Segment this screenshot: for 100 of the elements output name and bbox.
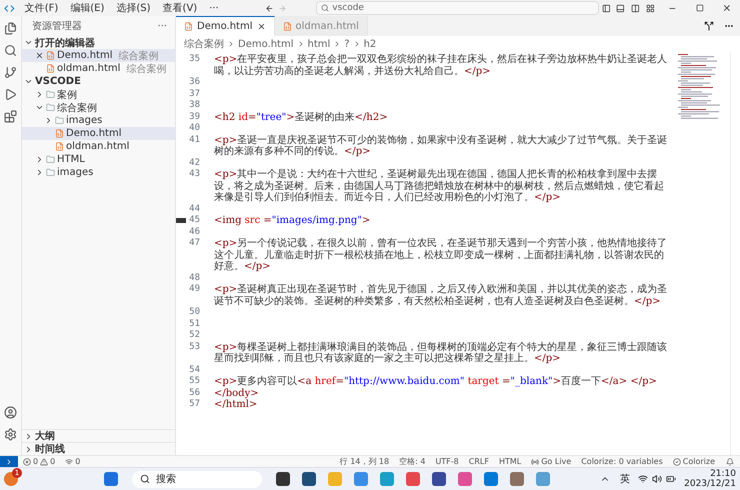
code-line: </html> [214,399,258,410]
check-circle-icon [672,458,681,466]
line-number: 46 [189,226,200,238]
volume-icon[interactable] [652,474,662,484]
search-field[interactable]: vscode [316,1,599,15]
wifi-icon[interactable] [638,474,648,484]
close-icon[interactable] [256,22,266,31]
folder-icon [46,155,55,164]
panel-toggle-icon[interactable] [616,4,626,12]
search-icon [321,4,330,12]
sidebar-toggle-icon[interactable] [602,4,610,12]
clock[interactable]: 21:10 2023/12/21 [684,469,736,489]
line-number: 44 [189,204,200,215]
status-item[interactable]: Colorize [668,457,720,466]
line-number: 53 [189,342,200,353]
file-item[interactable]: Demo.html [22,127,175,140]
section-header[interactable]: 大纲 [22,429,175,442]
menu-item[interactable]: 查看(V) [156,1,204,15]
account-icon[interactable] [4,406,17,419]
code-line: <p>在平安夜里，孩子总会把一双双色彩缤纷的袜子挂在床头，然后在袜子旁边放杯热牛奶让圣诞老人喝，以让劳苦功高的圣诞老人解渴，并送份大礼给自己。</p> [214,54,668,77]
layout-icon[interactable] [646,4,655,12]
line-number: 41 [189,134,200,146]
editor-tab[interactable]: Demo.html [176,16,274,36]
line-number: 56 [189,388,200,399]
file-icon [184,22,193,31]
line-number: 38 [189,100,200,112]
line-number: 42 [189,158,200,169]
status-item[interactable]: 行 14，列 18 [334,456,394,467]
folder-item[interactable]: images [22,166,175,179]
back-icon[interactable] [264,4,274,12]
file-icon [46,51,55,60]
breadcrumb-item[interactable]: ? [344,38,350,50]
menu-item[interactable]: 编辑(E) [64,1,110,15]
line-number: 57 [189,399,200,410]
file-icon [55,142,64,151]
notifications-icon[interactable] [726,458,734,466]
battery-icon[interactable] [666,474,676,484]
sidebar-title: 资源管理器 [32,20,82,33]
status-item[interactable]: UTF-8 [430,457,464,466]
open-editor-item[interactable]: oldman.html 综合案例 [22,62,175,75]
taskbar-search[interactable]: 搜索 [132,470,262,488]
line-number: 55 [189,376,200,388]
menu-item[interactable]: 选择(S) [110,1,157,15]
line-number: 54 [189,364,200,376]
settings-icon[interactable] [4,428,17,441]
chevron-icon [227,40,235,48]
line-number: 43 [189,169,200,180]
input-method[interactable]: 英 [620,472,630,486]
breadcrumb-item[interactable]: Demo.html [238,38,294,50]
ports-button[interactable]: 0 [60,457,86,466]
line-number: 50 [189,307,200,318]
folder-item[interactable]: images [22,114,175,127]
remote-button[interactable] [0,456,18,468]
file-icon [282,22,292,31]
app-icon[interactable] [276,472,290,486]
breadcrumb-item[interactable]: 综合案例 [184,37,224,51]
breadcrumb-item[interactable]: html [308,38,330,50]
status-item[interactable]: Go Live [526,457,576,466]
code-line: <p>更多内容可以<a href="http://www.baidu.com" target ="_blank">百度一下</a> </p> [214,376,658,388]
run-debug-icon[interactable] [4,88,17,101]
status-item[interactable]: HTML [494,457,526,466]
line-number: 35 [189,54,200,66]
line-number: 40 [189,123,200,134]
warning-icon [40,458,48,466]
code-line: <p>另一个传说记载，在很久以前，曾有一位农民，在圣诞节那天遇到一个穷苦小孩，他热情地接待了这个儿童。儿童临走时折下一根松枝插在地上，松枝立即变成一棵树，上面都挂满礼物，以答谢农民的好意。</p> [214,238,668,272]
line-number: 37 [189,88,200,100]
folder-icon [46,103,55,112]
code-line: <img src ="images/img.png"> [214,215,372,226]
close-icon[interactable] [722,3,732,13]
close-icon[interactable] [35,51,44,60]
menu-item[interactable]: ··· [203,2,225,14]
folder-icon [46,168,55,177]
line-number: 39 [189,112,200,123]
open-editor-item[interactable]: Demo.html 综合案例 [22,49,175,62]
explorer-icon[interactable] [4,22,17,35]
file-item[interactable]: oldman.html [22,140,175,153]
split-editor-icon[interactable] [704,21,714,31]
extensions-icon[interactable] [4,110,17,123]
status-item[interactable]: 空格: 4 [394,456,430,467]
line-number: 36 [189,77,200,88]
line-number: 45 [189,215,200,226]
folder-item[interactable]: 案例 [22,88,175,101]
folder-icon [55,116,64,125]
folder-item[interactable]: HTML [22,153,175,166]
app-icon[interactable] [432,472,446,486]
status-item[interactable]: CRLF [464,457,494,466]
problems-button[interactable]: 0 0 [18,457,60,466]
folder-item[interactable]: 综合案例 [22,101,175,114]
app-icon[interactable] [302,472,316,486]
section-header[interactable]: VSCODE [22,75,175,88]
breadcrumb-item[interactable]: h2 [364,38,376,50]
code-line: <h2 id="tree">圣诞树的由来</h2> [214,112,389,123]
search-icon[interactable] [4,44,17,57]
more-actions[interactable]: ··· [157,20,167,32]
maximize-icon[interactable] [696,4,704,12]
source-control-icon[interactable] [4,66,17,79]
split-toggle-icon[interactable] [631,4,640,12]
status-item[interactable]: Colorize: 0 variables [576,457,668,466]
section-header[interactable]: 打开的编辑器 [22,36,175,49]
menu-item[interactable]: 文件(F) [18,1,64,15]
